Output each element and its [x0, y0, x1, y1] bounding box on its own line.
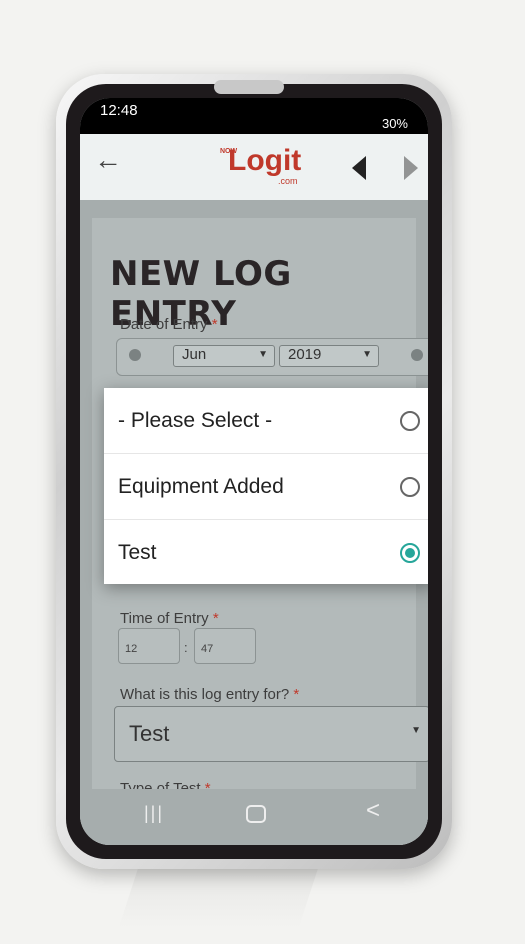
phone-bezel: 12:48 30% ← NOW Logit .com NEW LOG ENTRY…: [66, 80, 442, 859]
hour-input[interactable]: 12: [118, 628, 180, 664]
time-separator: :: [184, 640, 188, 655]
recent-apps-icon[interactable]: |||: [144, 803, 164, 824]
logo-suffix: .com: [278, 176, 298, 186]
home-icon[interactable]: [246, 805, 266, 823]
app-bar: ← NOW Logit .com: [80, 134, 428, 200]
required-mark: *: [293, 686, 300, 703]
option-label: - Please Select -: [118, 409, 273, 432]
option-label: Equipment Added: [118, 475, 284, 498]
previous-icon[interactable]: [352, 156, 366, 180]
purpose-label-text: What is this log entry for?: [120, 686, 290, 703]
time-label: Time of Entry *: [120, 610, 219, 627]
next-icon[interactable]: [404, 156, 418, 180]
purpose-label: What is this log entry for? *: [120, 686, 299, 703]
status-bar: 12:48 30%: [80, 98, 428, 134]
required-mark: *: [211, 316, 218, 333]
purpose-select[interactable]: Test ▼: [114, 706, 428, 762]
system-nav-bar: ||| <: [80, 789, 428, 845]
radio-unchecked-icon[interactable]: [400, 411, 420, 431]
status-time: 12:48: [100, 102, 138, 119]
month-value: Jun: [182, 346, 207, 363]
required-mark: *: [212, 610, 219, 627]
option-equipment-added[interactable]: Equipment Added: [104, 454, 428, 520]
select-dialog: - Please Select - Equipment Added Test: [104, 388, 428, 584]
back-icon[interactable]: <: [366, 797, 380, 825]
year-value: 2019: [288, 346, 322, 363]
option-label: Test: [118, 541, 157, 564]
date-label: Date of Entry *: [120, 316, 218, 333]
chevron-down-icon: ▼: [258, 349, 268, 360]
back-arrow-icon[interactable]: ←: [94, 144, 122, 176]
option-test[interactable]: Test: [104, 520, 428, 585]
phone-frame: 12:48 30% ← NOW Logit .com NEW LOG ENTRY…: [56, 74, 452, 869]
chevron-down-icon: ▼: [362, 349, 372, 360]
date-prev-icon[interactable]: [129, 349, 141, 361]
month-select[interactable]: Jun ▼: [173, 345, 275, 367]
date-picker: Jun ▼ 2019 ▼: [116, 338, 428, 376]
option-please-select[interactable]: - Please Select -: [104, 388, 428, 454]
phone-screen: 12:48 30% ← NOW Logit .com NEW LOG ENTRY…: [80, 98, 428, 845]
purpose-value: Test: [129, 721, 170, 746]
radio-checked-icon[interactable]: [400, 543, 420, 563]
chevron-down-icon: ▼: [411, 725, 421, 736]
logo-text: Logit: [228, 144, 302, 177]
speaker-grille: [214, 80, 284, 94]
time-label-text: Time of Entry: [120, 610, 209, 627]
year-select[interactable]: 2019 ▼: [279, 345, 379, 367]
battery-indicator: 30%: [381, 116, 408, 131]
date-next-icon[interactable]: [411, 349, 423, 361]
minute-input[interactable]: 47: [194, 628, 256, 664]
date-label-text: Date of Entry: [120, 316, 208, 333]
radio-unchecked-icon[interactable]: [400, 477, 420, 497]
